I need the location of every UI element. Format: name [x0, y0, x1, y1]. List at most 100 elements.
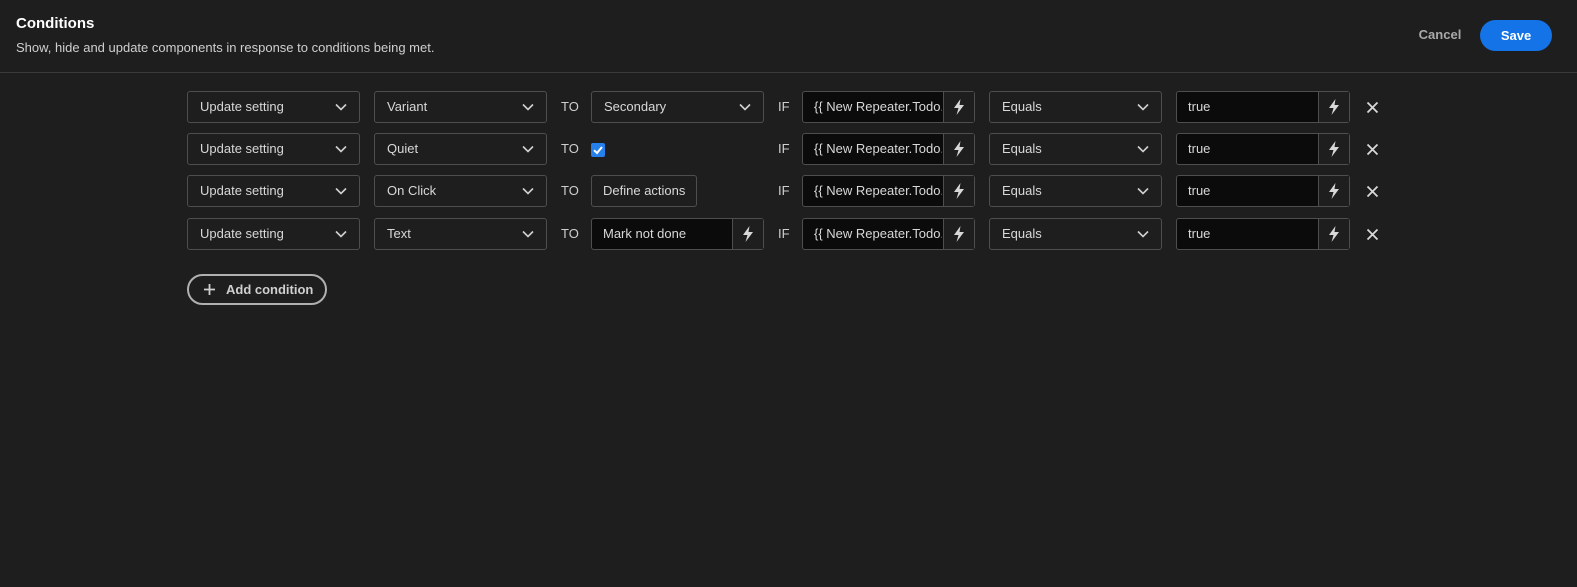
if-label: IF — [778, 99, 790, 114]
checkmark-icon — [593, 146, 603, 155]
chevron-down-icon — [335, 103, 347, 111]
define-actions-button[interactable]: Define actions — [591, 175, 698, 207]
chevron-down-icon — [522, 187, 534, 195]
operator-select[interactable]: Equals — [989, 91, 1162, 123]
lightning-icon — [954, 183, 964, 199]
operator-select[interactable]: Equals — [989, 218, 1162, 250]
condition-row: Update setting On Click TO Define action… — [0, 175, 1577, 207]
action-select[interactable]: Update setting — [187, 175, 360, 207]
close-icon[interactable] — [1366, 185, 1379, 198]
page-subtitle: Show, hide and update components in resp… — [16, 40, 435, 55]
binding-button[interactable] — [943, 92, 974, 122]
action-select[interactable]: Update setting — [187, 218, 360, 250]
condition-input-value: {{ New Repeater.Todo.Done }} — [814, 141, 942, 156]
operator-select-value: Equals — [1002, 99, 1042, 114]
binding-button[interactable] — [732, 219, 763, 249]
lightning-icon — [1329, 226, 1339, 242]
action-select-value: Update setting — [200, 226, 284, 241]
text-value-input-value: Mark not done — [603, 226, 687, 241]
chevron-down-icon — [522, 230, 534, 238]
reference-input[interactable]: true — [1176, 91, 1350, 123]
condition-input-value: {{ New Repeater.Todo.Done }} — [814, 226, 942, 241]
setting-select-value: Text — [387, 226, 411, 241]
action-select-value: Update setting — [200, 141, 284, 156]
action-select-value: Update setting — [200, 99, 284, 114]
cancel-button[interactable]: Cancel — [1408, 26, 1472, 44]
chevron-down-icon — [335, 187, 347, 195]
chevron-down-icon — [1137, 230, 1149, 238]
save-button[interactable]: Save — [1480, 20, 1552, 51]
condition-input[interactable]: {{ New Repeater.Todo.Done }} — [802, 91, 975, 123]
binding-button[interactable] — [1318, 176, 1349, 206]
header: Conditions Show, hide and update compone… — [0, 0, 1577, 73]
binding-button[interactable] — [1318, 134, 1349, 164]
close-icon[interactable] — [1366, 143, 1379, 156]
reference-input[interactable]: true — [1176, 218, 1350, 250]
lightning-icon — [1329, 183, 1339, 199]
setting-select-value: Quiet — [387, 141, 419, 156]
add-condition-button[interactable]: Add condition — [187, 274, 327, 305]
condition-row: Update setting Quiet TO IF {{ New Repeat… — [0, 133, 1577, 165]
lightning-icon — [743, 226, 753, 242]
reference-input-value: true — [1188, 226, 1211, 241]
binding-button[interactable] — [943, 176, 974, 206]
condition-input[interactable]: {{ New Repeater.Todo.Done }} — [802, 175, 975, 207]
setting-select[interactable]: Quiet — [374, 133, 547, 165]
chevron-down-icon — [335, 145, 347, 153]
lightning-icon — [1329, 99, 1339, 115]
reference-input[interactable]: true — [1176, 175, 1350, 207]
reference-input-value: true — [1188, 99, 1211, 114]
condition-input[interactable]: {{ New Repeater.Todo.Done }} — [802, 133, 975, 165]
binding-button[interactable] — [943, 134, 974, 164]
operator-select[interactable]: Equals — [989, 175, 1162, 207]
operator-select-value: Equals — [1002, 226, 1042, 241]
setting-select[interactable]: Text — [374, 218, 547, 250]
condition-row: Update setting Text TO Mark not done IF … — [0, 218, 1577, 250]
chevron-down-icon — [1137, 145, 1149, 153]
lightning-icon — [954, 99, 964, 115]
action-select[interactable]: Update setting — [187, 91, 360, 123]
condition-input-value: {{ New Repeater.Todo.Done }} — [814, 99, 942, 114]
chevron-down-icon — [522, 145, 534, 153]
condition-row: Update setting Variant TO Secondary IF {… — [0, 91, 1577, 123]
reference-input[interactable]: true — [1176, 133, 1350, 165]
to-label: TO — [561, 183, 579, 198]
if-label: IF — [778, 183, 790, 198]
binding-button[interactable] — [1318, 92, 1349, 122]
lightning-icon — [1329, 141, 1339, 157]
binding-button[interactable] — [1318, 219, 1349, 249]
if-label: IF — [778, 141, 790, 156]
action-select[interactable]: Update setting — [187, 133, 360, 165]
chevron-down-icon — [1137, 103, 1149, 111]
operator-select[interactable]: Equals — [989, 133, 1162, 165]
plus-icon — [204, 284, 215, 295]
quiet-checkbox[interactable] — [591, 143, 605, 157]
value-select[interactable]: Secondary — [591, 91, 764, 123]
if-label: IF — [778, 226, 790, 241]
close-icon[interactable] — [1366, 101, 1379, 114]
condition-input-value: {{ New Repeater.Todo.Done }} — [814, 183, 942, 198]
add-condition-label: Add condition — [226, 282, 314, 297]
chevron-down-icon — [335, 230, 347, 238]
text-value-input[interactable]: Mark not done — [591, 218, 764, 250]
operator-select-value: Equals — [1002, 183, 1042, 198]
page-title: Conditions — [16, 15, 95, 32]
operator-select-value: Equals — [1002, 141, 1042, 156]
setting-select-value: On Click — [387, 183, 437, 198]
setting-select[interactable]: On Click — [374, 175, 547, 207]
action-select-value: Update setting — [200, 183, 284, 198]
binding-button[interactable] — [943, 219, 974, 249]
close-icon[interactable] — [1366, 228, 1379, 241]
condition-input[interactable]: {{ New Repeater.Todo.Done }} — [802, 218, 975, 250]
chevron-down-icon — [1137, 187, 1149, 195]
setting-select-value: Variant — [387, 99, 428, 114]
lightning-icon — [954, 141, 964, 157]
value-select-value: Secondary — [604, 99, 667, 114]
to-label: TO — [561, 99, 579, 114]
chevron-down-icon — [739, 103, 751, 111]
reference-input-value: true — [1188, 183, 1211, 198]
to-label: TO — [561, 226, 579, 241]
to-label: TO — [561, 141, 579, 156]
lightning-icon — [954, 226, 964, 242]
setting-select[interactable]: Variant — [374, 91, 547, 123]
